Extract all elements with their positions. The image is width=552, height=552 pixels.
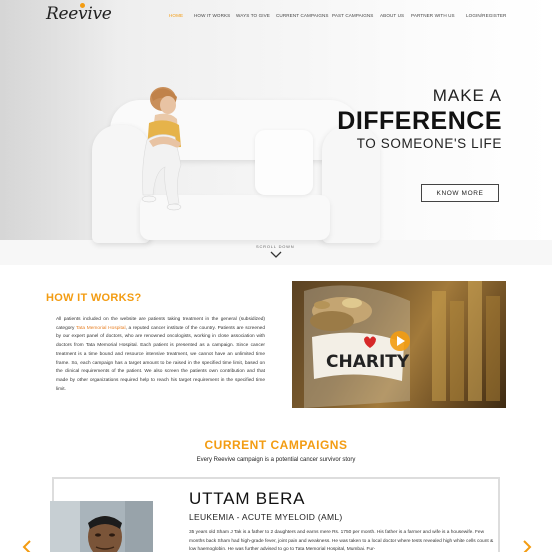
nav-current-campaigns[interactable]: CURRENT CAMPAIGNS	[276, 13, 329, 18]
campaign-patient-name[interactable]: UTTAM BERA	[189, 489, 305, 509]
how-it-works-title: HOW IT WORKS?	[46, 292, 142, 304]
current-campaigns-subtitle: Every Reevive campaign is a potential ca…	[196, 457, 356, 463]
campaign-photo	[50, 501, 153, 552]
hero-line-3: TO SOMEONE'S LIFE	[356, 136, 502, 151]
hero-headline: MAKE A DIFFERENCE TO SOMEONE'S LIFE	[330, 86, 502, 151]
how-it-works-text: All patients included on the website are…	[56, 316, 265, 394]
charity-jar-illustration: CHARITY	[304, 281, 500, 408]
campaign-description: 35 years old Sham J Tak is a father to 2…	[189, 530, 494, 552]
scroll-down-label[interactable]: SCROLL DOWN	[256, 244, 294, 249]
nav-past-campaigns[interactable]: PAST CAMPAIGNS	[332, 13, 373, 18]
current-campaigns-title: CURRENT CAMPAIGNS	[204, 438, 348, 452]
know-more-button[interactable]: KNOW MORE	[421, 184, 499, 202]
nav-home[interactable]: HOME	[169, 13, 183, 18]
nav-how-it-works[interactable]: HOW IT WORKS	[194, 13, 230, 18]
patient-photo-illustration	[50, 501, 153, 552]
nav-login-register[interactable]: LOGIN/REGISTER	[466, 13, 506, 18]
hero-banner: Reevive HOME HOW IT WORKS WAYS TO GIVE C…	[0, 0, 552, 265]
sofa-cushion	[255, 130, 313, 195]
logo-orange-dot	[80, 3, 85, 8]
hero-line-2: DIFFERENCE	[337, 107, 502, 135]
carousel-prev-icon[interactable]	[22, 540, 32, 552]
carousel-next-icon[interactable]	[522, 540, 532, 552]
charity-label-text: CHARITY	[326, 352, 410, 372]
nav-partner-with-us[interactable]: PARTNER WITH US	[411, 13, 455, 18]
nav-ways-to-give[interactable]: WAYS TO GIVE	[236, 13, 270, 18]
tata-memorial-link[interactable]: Tata Memorial Hospital	[76, 326, 126, 331]
campaign-disease: LEUKEMIA - ACUTE MYELOID (AML)	[189, 512, 343, 522]
main-nav: HOME HOW IT WORKS WAYS TO GIVE CURRENT C…	[0, 13, 552, 23]
nav-about-us[interactable]: ABOUT US	[380, 13, 404, 18]
chevron-down-icon[interactable]	[270, 251, 282, 258]
how-text-part-2: , a reputed cancer institute of the coun…	[56, 325, 265, 392]
charity-jar-image: CHARITY	[292, 281, 506, 408]
hero-person-illustration	[141, 87, 182, 211]
hero-line-1: MAKE A	[432, 86, 502, 105]
site-header: Reevive HOME HOW IT WORKS WAYS TO GIVE C…	[0, 0, 552, 32]
